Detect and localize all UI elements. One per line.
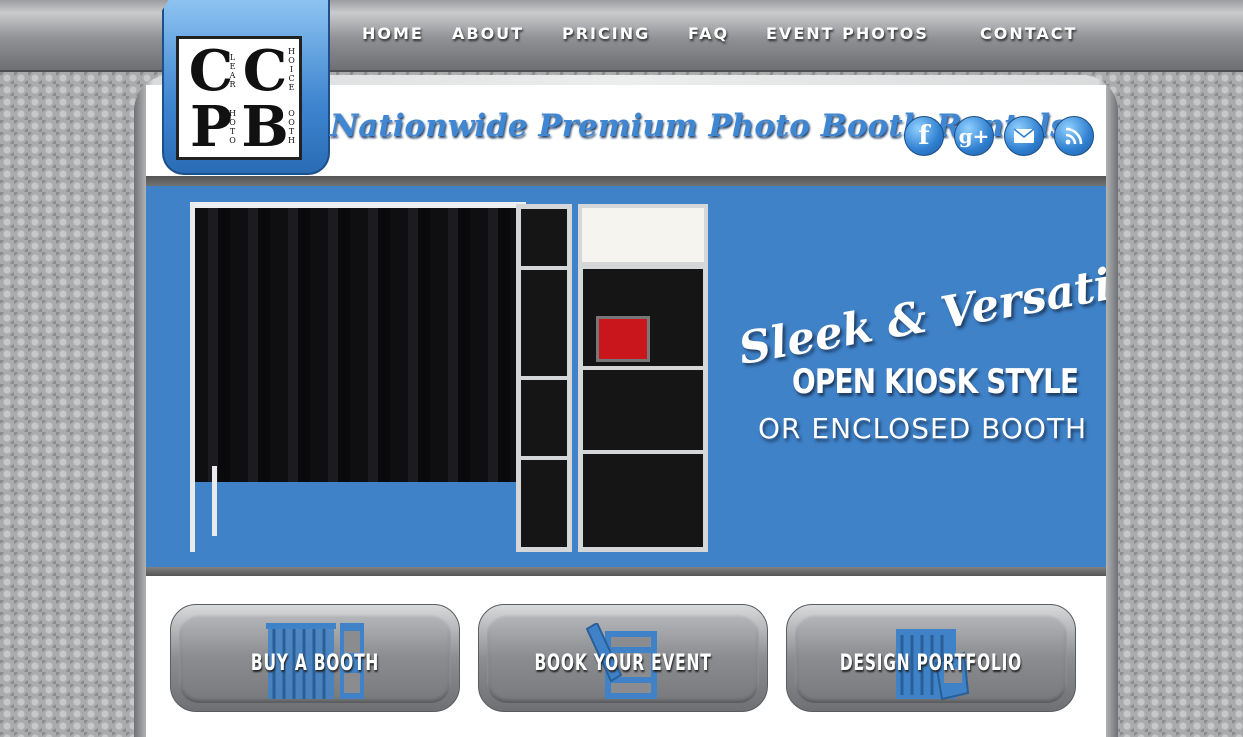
cta-label: BUY A BOOTH	[250, 651, 380, 676]
button-face: DESIGN PORTFOLIO	[795, 613, 1067, 703]
logo-word: HOICE	[287, 47, 296, 92]
nav-pricing[interactable]: PRICING	[562, 24, 650, 43]
cta-label: BOOK YOUR EVENT	[534, 651, 712, 676]
logo-letter: C	[242, 37, 288, 104]
booth-pole	[212, 466, 217, 536]
hero-subheadline: OPEN KIOSK STYLE	[792, 362, 1079, 402]
booth-shelf	[520, 456, 568, 460]
booth-rod	[190, 202, 526, 208]
facebook-glyph: f	[918, 121, 930, 151]
rss-icon[interactable]	[1054, 116, 1094, 156]
hero-banner[interactable]: Sleek & Versatile! OPEN KIOSK STYLE OR E…	[146, 186, 1106, 567]
logo[interactable]: C C P B LEAR HOICE HOTO OOTH	[176, 36, 302, 160]
logo-word: LEAR	[228, 53, 237, 89]
nav-about[interactable]: ABOUT	[452, 24, 524, 43]
hero-subline: OR ENCLOSED BOOTH	[758, 412, 1088, 445]
nav-faq[interactable]: FAQ	[688, 24, 729, 43]
kiosk-screen	[596, 316, 650, 362]
facebook-icon[interactable]: f	[904, 116, 944, 156]
book-your-event-button[interactable]: BOOK YOUR EVENT	[478, 604, 768, 712]
kiosk-shelf	[582, 450, 704, 454]
cta-label: DESIGN PORTFOLIO	[839, 651, 1023, 676]
google-plus-glyph: g+	[958, 124, 990, 148]
rss-feed-icon	[1065, 127, 1083, 145]
logo-letter: B	[241, 93, 289, 160]
booth-pole	[190, 202, 195, 552]
design-portfolio-button[interactable]: DESIGN PORTFOLIO	[786, 604, 1076, 712]
nav-home[interactable]: HOME	[362, 24, 424, 43]
kiosk-body	[578, 264, 708, 552]
nav-contact[interactable]: CONTACT	[980, 24, 1077, 43]
google-plus-icon[interactable]: g+	[954, 116, 994, 156]
buy-a-booth-button[interactable]: BUY A BOOTH	[170, 604, 460, 712]
envelope-icon	[1013, 128, 1035, 143]
logo-word: OOTH	[287, 109, 296, 145]
kiosk-shelf	[582, 366, 704, 370]
booth-curtain	[190, 206, 520, 482]
hero-headline: Sleek & Versatile!	[734, 248, 1106, 375]
booth-shelf	[520, 266, 568, 270]
email-icon[interactable]	[1004, 116, 1044, 156]
button-face: BUY A BOOTH	[179, 613, 451, 703]
logo-word: HOTO	[228, 109, 237, 145]
booth-shelf	[520, 376, 568, 380]
button-face: BOOK YOUR EVENT	[487, 613, 759, 703]
kiosk-light-box	[578, 204, 708, 266]
nav-event-photos[interactable]: EVENT PHOTOS	[766, 24, 929, 43]
